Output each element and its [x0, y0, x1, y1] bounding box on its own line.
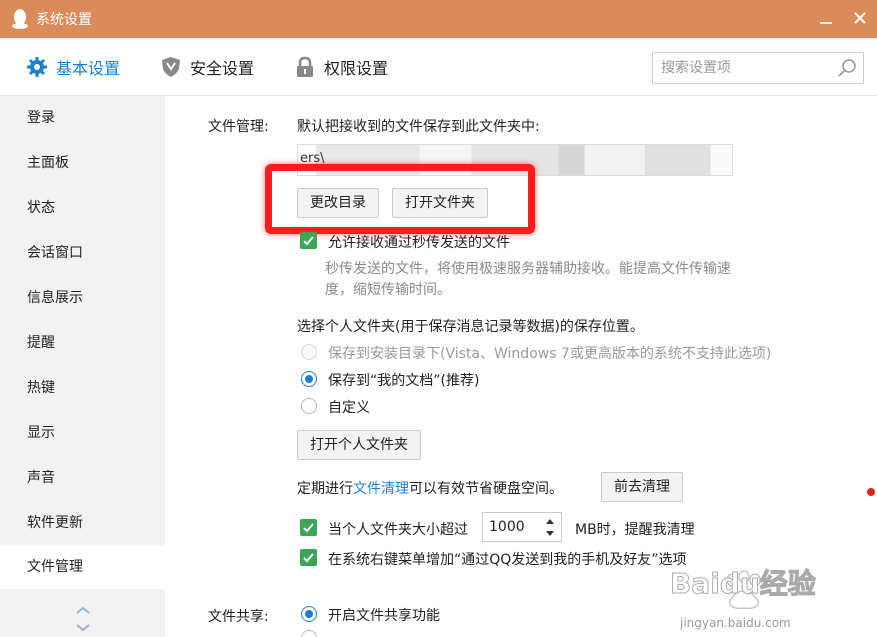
qq-penguin-icon: [12, 9, 28, 29]
context-menu-label: 在系统右键菜单增加“通过QQ发送到我的手机及好友”选项: [328, 552, 687, 568]
save-folder-description: 默认把接收到的文件保存到此文件夹中:: [297, 119, 540, 135]
cleanup-text-before: 定期进行: [297, 481, 353, 497]
close-icon[interactable]: [846, 4, 874, 32]
radio-custom-label: 自定义: [328, 400, 370, 416]
radio-save-install-dir[interactable]: [301, 344, 317, 360]
radio-enable-file-sharing[interactable]: [301, 606, 317, 622]
personal-folder-description: 选择个人文件夹(用于保存消息记录等数据)的保存位置。: [297, 319, 644, 335]
size-remind-checkbox[interactable]: [300, 519, 317, 536]
radio-file-sharing-option[interactable]: [301, 630, 317, 637]
scroll-arrows-icon[interactable]: [74, 604, 92, 634]
checkmark-icon: [303, 523, 314, 533]
settings-tabs: 基本设置 安全设置 权限设置: [0, 38, 877, 96]
search-icon[interactable]: [837, 58, 857, 78]
sidebar-item-login[interactable]: 登录: [0, 96, 165, 140]
tab-permission-settings[interactable]: 权限设置: [294, 38, 388, 96]
sidebar-item-sound[interactable]: 声音: [0, 456, 165, 500]
radio-save-my-documents-label: 保存到“我的文档”(推荐): [328, 373, 480, 389]
flash-transfer-desc-line2: 度，缩短传输时间。: [325, 282, 451, 298]
title-bar: 系统设置: [0, 0, 877, 38]
size-remind-label-before: 当个人文件夹大小超过: [328, 522, 468, 538]
search-input[interactable]: [661, 57, 831, 79]
allow-flash-transfer-checkbox[interactable]: [300, 232, 317, 249]
stepper-up-icon[interactable]: [543, 515, 557, 527]
checkmark-icon: [303, 553, 314, 563]
shield-icon: [162, 57, 180, 77]
cleanup-text-after: 可以有效节省硬盘空间。: [409, 481, 563, 497]
sidebar-item-main-panel[interactable]: 主面板: [0, 141, 165, 185]
settings-content: 文件管理: 默认把接收到的文件保存到此文件夹中: ers\ 更改目录 打开文件夹…: [165, 96, 877, 637]
gear-icon: [27, 57, 47, 77]
tab-label: 权限设置: [324, 59, 389, 78]
file-cleanup-link[interactable]: 文件清理: [353, 481, 409, 497]
sidebar-item-file-management[interactable]: 文件管理: [0, 545, 165, 589]
size-limit-input[interactable]: [489, 517, 537, 537]
tab-label: 基本设置: [56, 59, 121, 78]
search-box[interactable]: [652, 52, 864, 84]
section-label-file-sharing: 文件共享:: [208, 609, 269, 625]
stepper-down-icon[interactable]: [543, 528, 557, 540]
sidebar-item-chat-window[interactable]: 会话窗口: [0, 231, 165, 275]
checkmark-icon: [303, 236, 314, 246]
size-remind-label-after: MB时，提醒我清理: [575, 522, 695, 538]
allow-flash-transfer-label: 允许接收通过秒传发送的文件: [328, 235, 510, 251]
cleanup-sentence: 定期进行文件清理可以有效节省硬盘空间。: [297, 478, 563, 498]
tab-basic-settings[interactable]: 基本设置: [26, 38, 120, 96]
sidebar-item-software-update[interactable]: 软件更新: [0, 501, 165, 545]
sidebar-item-status[interactable]: 状态: [0, 186, 165, 230]
download-path-value: ers\: [300, 151, 325, 166]
section-label-file-management: 文件管理:: [208, 119, 269, 135]
go-cleanup-button[interactable]: 前去清理: [601, 472, 683, 502]
tab-security-settings[interactable]: 安全设置: [160, 38, 254, 96]
minimize-icon[interactable]: [812, 4, 840, 32]
change-directory-button[interactable]: 更改目录: [297, 188, 379, 218]
sidebar-item-info-display[interactable]: 信息展示: [0, 276, 165, 320]
red-dot-marker: [867, 488, 875, 496]
window-title: 系统设置: [36, 12, 92, 28]
radio-save-my-documents[interactable]: [301, 371, 317, 387]
open-personal-folder-button[interactable]: 打开个人文件夹: [297, 430, 421, 460]
sidebar-item-hotkeys[interactable]: 热键: [0, 366, 165, 410]
size-limit-stepper[interactable]: [482, 512, 562, 542]
enable-file-sharing-label: 开启文件共享功能: [328, 608, 440, 624]
sidebar-item-reminder[interactable]: 提醒: [0, 321, 165, 365]
radio-custom[interactable]: [301, 398, 317, 414]
sidebar: 登录 主面板 状态 会话窗口 信息展示 提醒 热键 显示 声音 软件更新 文件管…: [0, 96, 165, 637]
lock-icon: [297, 56, 313, 77]
sidebar-item-display[interactable]: 显示: [0, 411, 165, 455]
context-menu-checkbox[interactable]: [300, 549, 317, 566]
radio-save-install-dir-label: 保存到安装目录下(Vista、Windows 7或更高版本的系统不支持此选项): [328, 346, 772, 362]
flash-transfer-desc-line1: 秒传发送的文件，将使用极速服务器辅助接收。能提高文件传输速: [325, 261, 731, 277]
open-folder-button[interactable]: 打开文件夹: [392, 188, 488, 218]
tab-label: 安全设置: [190, 59, 255, 78]
download-path-field[interactable]: ers\: [297, 144, 733, 176]
